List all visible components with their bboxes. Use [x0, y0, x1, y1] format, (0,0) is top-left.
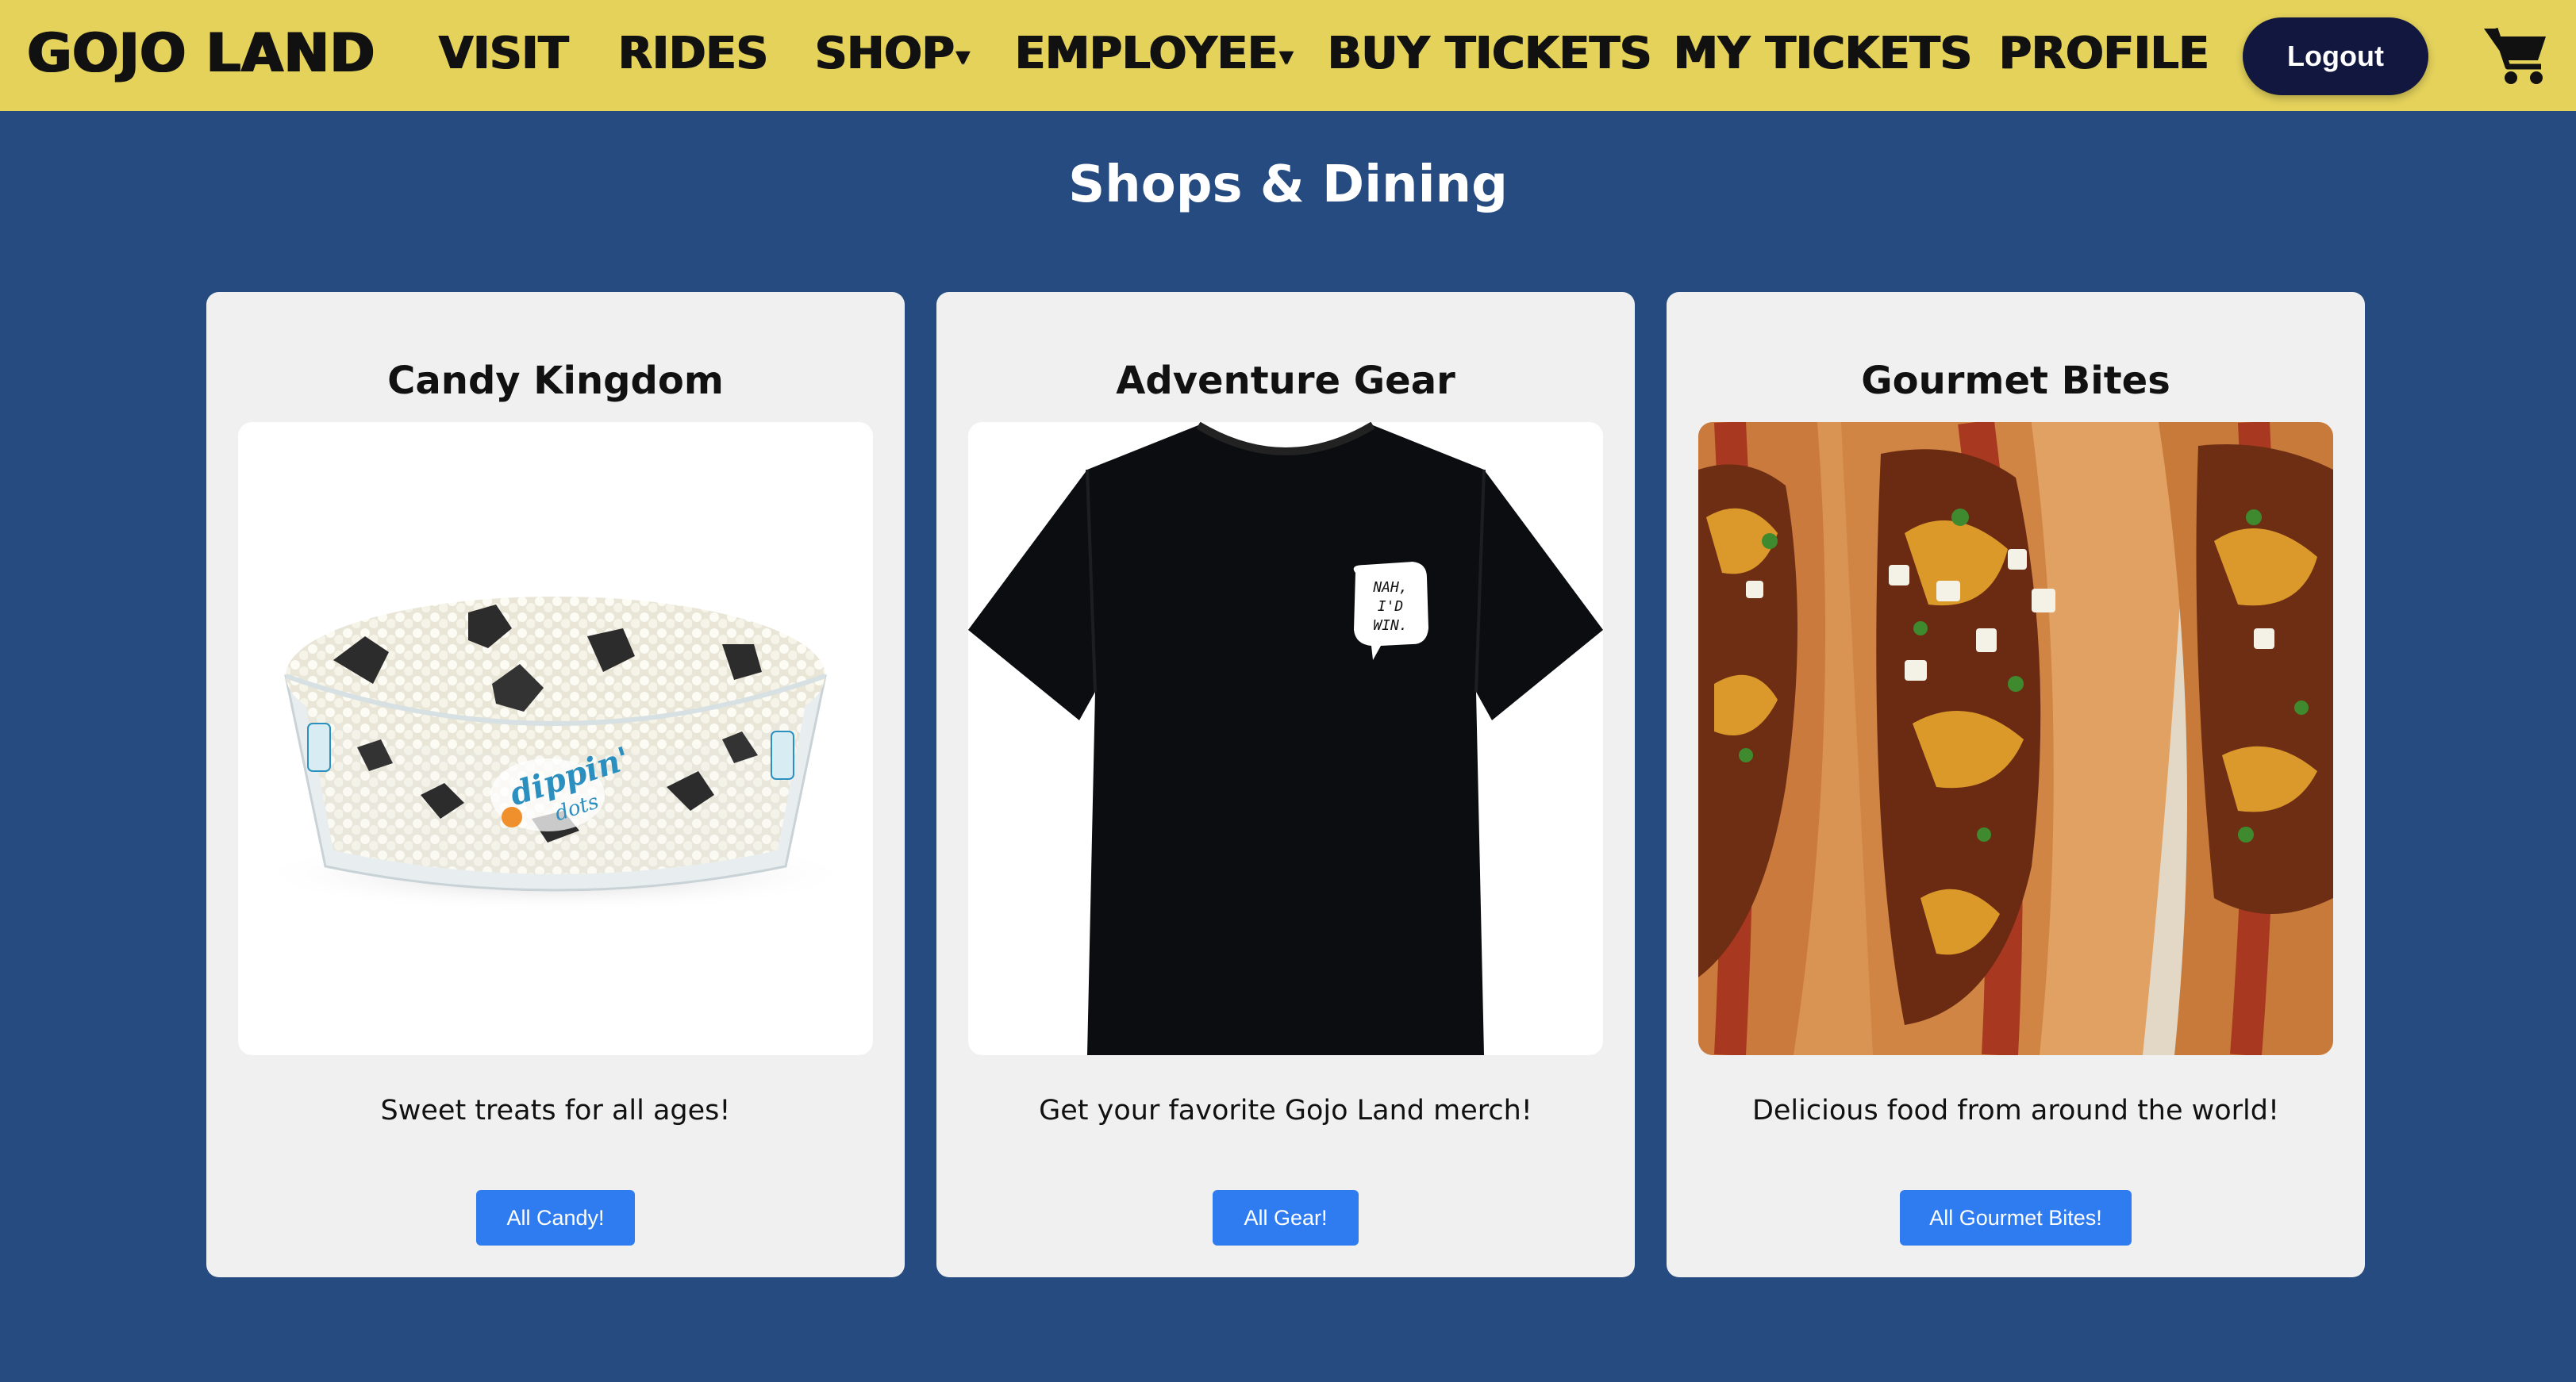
- bubble-text-line-3: WIN.: [1373, 617, 1407, 634]
- shopping-cart-icon[interactable]: [2482, 22, 2549, 86]
- logout-button[interactable]: Logout: [2243, 17, 2428, 95]
- brand-logo[interactable]: GOJO LAND: [27, 10, 375, 98]
- bubble-text-line-1: NAH,: [1372, 579, 1407, 596]
- nav-link-my-tickets-label: MY TICKETS: [1673, 28, 1972, 79]
- shop-card-gourmet-bites: Gourmet Bites Delicious food from around…: [1667, 292, 2365, 1277]
- all-candy-button[interactable]: All Candy!: [476, 1190, 635, 1246]
- dippin-dots-cup-image: dippin' dots: [238, 422, 873, 1055]
- nav-link-rides-label: RIDES: [617, 28, 768, 79]
- shop-card-candy-kingdom: Candy Kingdom dippin' dots Sweet treats …: [206, 292, 905, 1277]
- nav-dropdown-shop-label: SHOP: [814, 28, 954, 79]
- nav-dropdown-employee-label: EMPLOYEE: [1014, 28, 1278, 79]
- nav-dropdown-employee[interactable]: EMPLOYEE▾: [1014, 10, 1292, 98]
- card-title: Candy Kingdom: [387, 359, 724, 403]
- chili-cheese-hotdogs-image: [1698, 422, 2333, 1055]
- card-description: Delicious food from around the world!: [1751, 1095, 2280, 1127]
- card-description: Get your favorite Gojo Land merch!: [1039, 1095, 1532, 1127]
- black-tshirt-image: NAH, I'D WIN.: [968, 422, 1603, 1055]
- shop-card-adventure-gear: Adventure Gear NAH, I'D WIN. Get your fa…: [936, 292, 1635, 1277]
- card-title: Adventure Gear: [1116, 359, 1455, 403]
- nav-link-visit-label: VISIT: [438, 28, 568, 79]
- nav-link-my-tickets[interactable]: MY TICKETS: [1673, 10, 1971, 98]
- card-title: Gourmet Bites: [1861, 359, 2170, 403]
- nav-link-visit[interactable]: VISIT: [438, 10, 568, 98]
- nav-link-buy-tickets[interactable]: BUY TICKETS: [1327, 10, 1651, 98]
- top-navbar: GOJO LAND VISIT RIDES SHOP▾ EMPLOYEE▾ BU…: [0, 0, 2576, 111]
- all-gear-button[interactable]: All Gear!: [1213, 1190, 1359, 1246]
- nav-link-rides[interactable]: RIDES: [617, 10, 767, 98]
- all-gourmet-bites-button[interactable]: All Gourmet Bites!: [1900, 1190, 2132, 1246]
- nav-link-profile[interactable]: PROFILE: [1998, 10, 2209, 98]
- page-title: Shops & Dining: [1068, 155, 1508, 214]
- nav-link-profile-label: PROFILE: [1998, 28, 2209, 79]
- chevron-down-icon: ▾: [955, 40, 969, 72]
- card-description: Sweet treats for all ages!: [380, 1095, 731, 1127]
- nav-link-buy-tickets-label: BUY TICKETS: [1327, 28, 1651, 79]
- nav-dropdown-shop[interactable]: SHOP▾: [814, 10, 969, 98]
- bubble-text-line-2: I'D: [1378, 598, 1404, 615]
- chevron-down-icon: ▾: [1278, 40, 1293, 72]
